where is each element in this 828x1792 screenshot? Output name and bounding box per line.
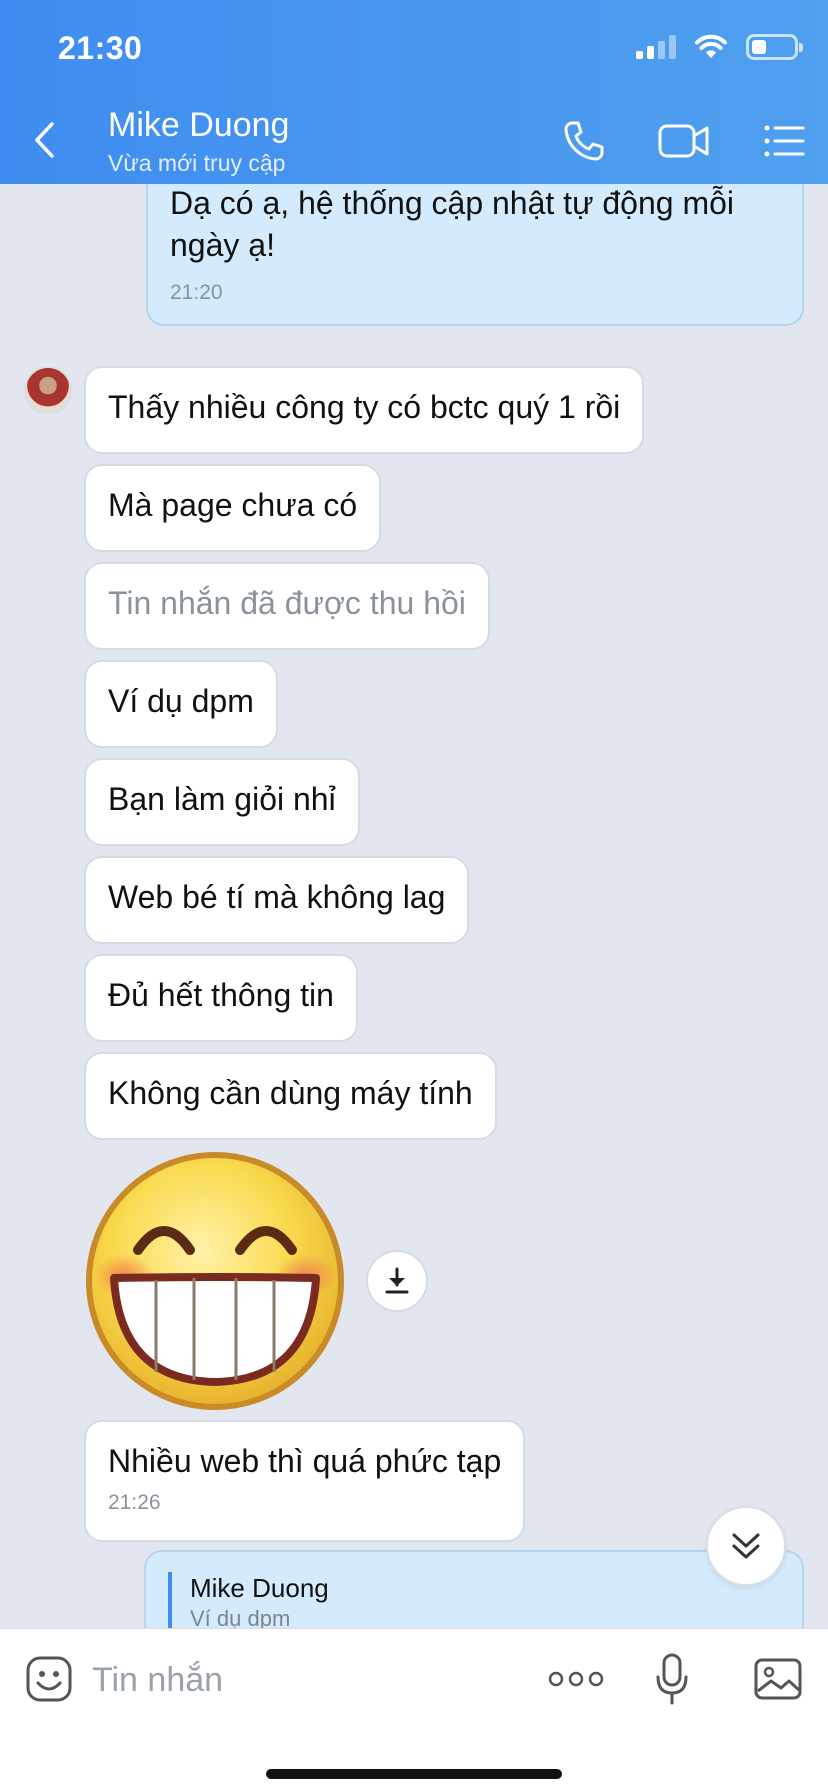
quoted-author: Mike Duong	[190, 1573, 329, 1603]
image-icon	[754, 1658, 802, 1700]
contact-avatar[interactable]	[24, 366, 72, 414]
back-button[interactable]	[28, 118, 60, 162]
message-text: Ví dụ dpm	[108, 683, 254, 719]
message-input-bar	[0, 1628, 828, 1792]
message-time: 21:26	[108, 1491, 161, 1514]
message-text: ngày ạ!	[170, 227, 275, 263]
microphone-icon	[656, 1653, 688, 1705]
options-menu-button[interactable]	[760, 118, 808, 164]
status-indicators	[636, 34, 803, 60]
phone-icon	[564, 121, 604, 161]
quoted-text: Ví dụ dpm	[190, 1606, 291, 1628]
list-menu-icon	[764, 125, 805, 157]
video-call-button[interactable]	[656, 118, 712, 164]
message-text: Nhiều web thì quá phức tạp	[108, 1443, 502, 1479]
recalled-message-bubble[interactable]: Tin nhắn đã được thu hồi	[84, 562, 490, 650]
voice-message-button[interactable]	[652, 1651, 692, 1707]
message-text: Dạ có ạ, hệ thống cập nhật tự động mỗi	[170, 185, 735, 221]
double-chevron-down-icon	[732, 1533, 760, 1559]
message-text: Tin nhắn đã được thu hồi	[108, 585, 466, 621]
contact-name[interactable]: Mike Duong	[108, 106, 289, 145]
message-text: Không cần dùng máy tính	[108, 1075, 473, 1111]
message-list[interactable]: Dạ có ạ, hệ thống cập nhật tự động mỗi n…	[0, 184, 828, 1628]
message-input[interactable]	[92, 1657, 512, 1703]
message-bubble-received[interactable]: Mà page chưa có	[84, 464, 382, 552]
back-arrow-icon	[35, 122, 54, 158]
quoted-message[interactable]: Mike Duong Ví dụ dpm	[168, 1572, 780, 1628]
chat-header: 21:30 Mike Duong Vừa mới truy cập	[0, 0, 828, 184]
message-bubble-received[interactable]: Bạn làm giỏi nhỉ	[84, 758, 360, 846]
download-sticker-button[interactable]	[366, 1250, 428, 1312]
more-options-button[interactable]	[546, 1651, 606, 1707]
message-text: Bạn làm giỏi nhỉ	[108, 781, 336, 817]
contact-status: Vừa mới truy cập	[108, 150, 286, 176]
wifi-icon	[695, 34, 727, 58]
message-bubble-received[interactable]: Nhiều web thì quá phức tạp 21:26	[84, 1420, 526, 1542]
message-text: Đủ hết thông tin	[108, 977, 334, 1013]
download-icon	[385, 1267, 409, 1294]
emoji-icon	[26, 1656, 72, 1702]
message-bubble-received[interactable]: Thấy nhiều công ty có bctc quý 1 rồi	[84, 366, 645, 454]
message-bubble-received[interactable]: Ví dụ dpm	[84, 660, 278, 748]
status-time: 21:30	[58, 30, 143, 66]
send-image-button[interactable]	[752, 1651, 804, 1707]
battery-icon	[746, 34, 803, 60]
message-time: 21:20	[170, 281, 223, 304]
cellular-signal-icon	[636, 35, 676, 59]
call-button[interactable]	[560, 118, 608, 164]
message-bubble-received[interactable]: Web bé tí mà không lag	[84, 856, 470, 944]
message-text: Thấy nhiều công ty có bctc quý 1 rồi	[108, 389, 621, 425]
reply-message-bubble[interactable]: Mike Duong Ví dụ dpm	[144, 1550, 804, 1628]
message-bubble-received[interactable]: Đủ hết thông tin	[84, 954, 358, 1042]
grinning-face-sticker[interactable]	[84, 1150, 346, 1412]
more-options-icon	[548, 1671, 604, 1687]
emoji-button[interactable]	[24, 1651, 74, 1707]
message-bubble-sent[interactable]: Dạ có ạ, hệ thống cập nhật tự động mỗi n…	[146, 184, 804, 326]
video-camera-icon	[658, 124, 709, 158]
home-indicator	[266, 1769, 562, 1779]
message-bubble-received[interactable]: Không cần dùng máy tính	[84, 1052, 497, 1140]
message-text: Web bé tí mà không lag	[108, 879, 446, 915]
message-text: Mà page chưa có	[108, 487, 358, 523]
scroll-to-bottom-button[interactable]	[706, 1506, 786, 1586]
